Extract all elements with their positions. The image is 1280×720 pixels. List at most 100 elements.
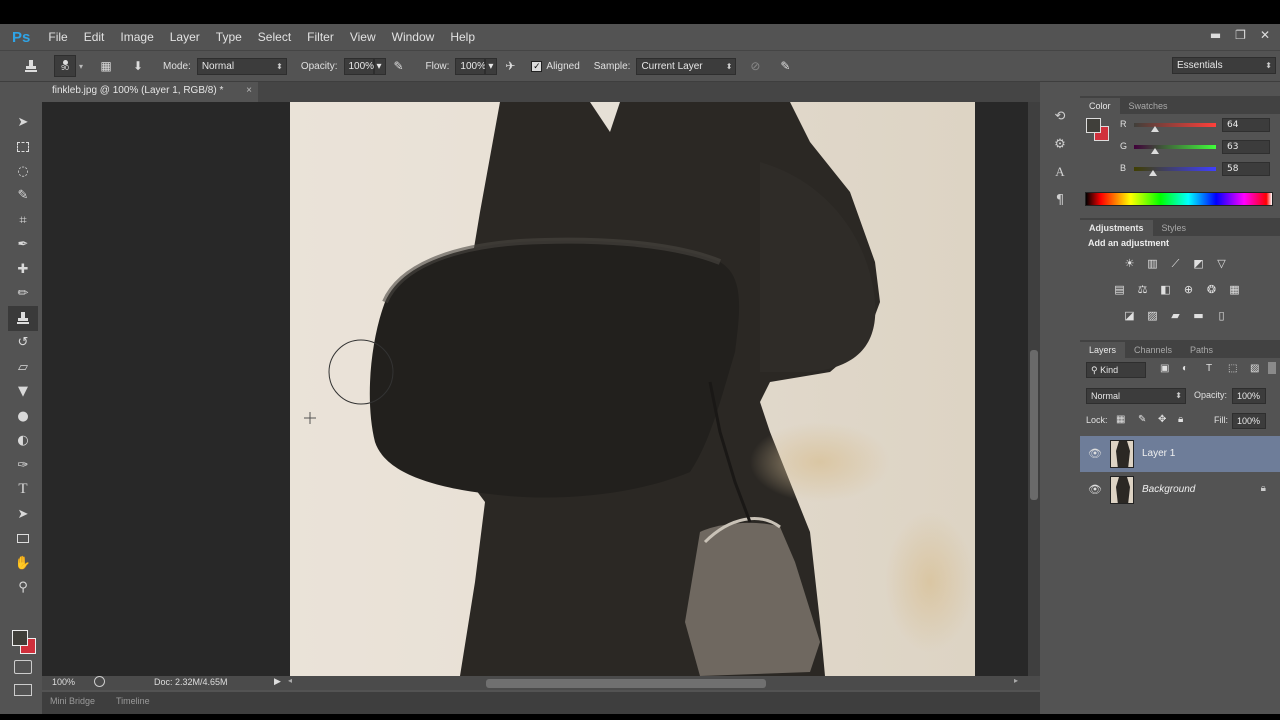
menu-filter[interactable]: Filter: [299, 30, 342, 44]
canvas-area[interactable]: [42, 102, 1028, 676]
aligned-checkbox[interactable]: ✓: [531, 60, 543, 72]
black-white-icon[interactable]: ◧: [1158, 282, 1173, 297]
green-value-input[interactable]: 63: [1222, 140, 1270, 154]
zoom-level[interactable]: 100%: [52, 677, 75, 687]
marquee-tool-icon[interactable]: [8, 135, 38, 160]
close-icon[interactable]: ×: [246, 85, 252, 96]
flow-dropdown[interactable]: ▾: [485, 57, 498, 75]
tab-timeline[interactable]: Timeline: [116, 696, 150, 706]
character-panel-icon[interactable]: A: [1046, 158, 1074, 186]
rectangle-tool-icon[interactable]: [8, 527, 38, 552]
visibility-eye-icon[interactable]: 👁︎: [1088, 483, 1102, 496]
curves-icon[interactable]: ⟋: [1168, 256, 1183, 271]
sample-select[interactable]: Current Layer: [636, 57, 737, 75]
color-spectrum-bar[interactable]: [1085, 192, 1273, 206]
history-panel-icon[interactable]: ⟲: [1046, 102, 1074, 130]
path-selection-tool-icon[interactable]: ➤: [8, 502, 38, 527]
color-swatches[interactable]: [10, 628, 38, 656]
scroll-left-icon[interactable]: ◂: [288, 676, 292, 685]
brightness-icon[interactable]: ☀: [1122, 256, 1137, 271]
red-slider-knob[interactable]: [1151, 126, 1159, 132]
red-value-input[interactable]: 64: [1222, 118, 1270, 132]
layer-row-layer-1[interactable]: 👁︎ Layer 1: [1080, 436, 1280, 472]
crop-tool-icon[interactable]: ⌗: [8, 208, 38, 233]
paint-bucket-tool-icon[interactable]: ▼: [8, 380, 38, 405]
tab-layers[interactable]: Layers: [1080, 342, 1126, 358]
lock-image-icon[interactable]: ✎: [1138, 414, 1146, 425]
mode-select[interactable]: Normal: [196, 57, 287, 75]
vertical-scrollbar[interactable]: [1028, 102, 1040, 676]
blue-slider-knob[interactable]: [1149, 170, 1157, 176]
red-slider-track[interactable]: [1134, 123, 1216, 127]
menu-edit[interactable]: Edit: [76, 30, 113, 44]
brush-preset-picker[interactable]: 90 ▾: [54, 55, 83, 77]
menu-select[interactable]: Select: [250, 30, 299, 44]
selective-color-icon[interactable]: ▯: [1214, 308, 1229, 323]
tab-paths[interactable]: Paths: [1181, 342, 1222, 358]
lock-all-icon[interactable]: 🔒︎: [1178, 414, 1183, 425]
document-tab[interactable]: finkleb.jpg @ 100% (Layer 1, RGB/8) * ×: [42, 82, 258, 102]
photo-canvas[interactable]: [290, 102, 975, 676]
move-tool-icon[interactable]: ➤: [8, 110, 38, 135]
channel-mixer-icon[interactable]: ❂: [1204, 282, 1219, 297]
exposure-icon[interactable]: ◩: [1191, 256, 1206, 271]
hand-tool-icon[interactable]: ✋: [8, 551, 38, 576]
screen-mode-icon[interactable]: [14, 684, 32, 696]
filter-type-icon[interactable]: T: [1206, 363, 1212, 374]
scroll-right-icon[interactable]: ▸: [1014, 676, 1018, 685]
green-slider[interactable]: G 63: [1120, 140, 1280, 154]
blur-tool-icon[interactable]: ●: [8, 404, 38, 429]
pressure-size-icon[interactable]: ✎: [776, 57, 794, 75]
clone-source-panel-icon[interactable]: ⬇: [129, 57, 147, 75]
vertical-scrollbar-thumb[interactable]: [1030, 350, 1038, 500]
vibrance-icon[interactable]: ▽: [1214, 256, 1229, 271]
layer-name[interactable]: Layer 1: [1142, 448, 1175, 459]
tab-channels[interactable]: Channels: [1125, 342, 1181, 358]
threshold-icon[interactable]: ▰: [1168, 308, 1183, 323]
lock-position-icon[interactable]: ✥: [1158, 414, 1166, 425]
menu-view[interactable]: View: [342, 30, 384, 44]
menu-type[interactable]: Type: [208, 30, 250, 44]
opacity-dropdown[interactable]: ▾: [373, 57, 386, 75]
workspace-select[interactable]: Essentials: [1172, 57, 1276, 74]
eyedropper-tool-icon[interactable]: ✒: [8, 233, 38, 258]
visibility-eye-icon[interactable]: 👁︎: [1088, 447, 1102, 460]
ignore-adjustment-layers-icon[interactable]: ⊘: [746, 57, 764, 75]
levels-icon[interactable]: ▥: [1145, 256, 1160, 271]
paragraph-panel-icon[interactable]: ¶: [1046, 186, 1074, 214]
properties-panel-icon[interactable]: ⚙: [1046, 130, 1074, 158]
tab-mini-bridge[interactable]: Mini Bridge: [50, 696, 95, 706]
restore-button[interactable]: ❐: [1235, 28, 1246, 42]
green-slider-knob[interactable]: [1151, 148, 1159, 154]
flow-input[interactable]: 100%: [455, 57, 486, 75]
layer-name[interactable]: Background: [1142, 484, 1195, 495]
invert-icon[interactable]: ◪: [1122, 308, 1137, 323]
lasso-tool-icon[interactable]: ◌: [8, 159, 38, 184]
pressure-opacity-icon[interactable]: ✎: [390, 57, 408, 75]
layer-opacity-input[interactable]: 100%: [1232, 388, 1266, 404]
opacity-input[interactable]: 100%: [343, 57, 374, 75]
blue-value-input[interactable]: 58: [1222, 162, 1270, 176]
dodge-tool-icon[interactable]: ◐: [8, 429, 38, 454]
close-button[interactable]: ✕: [1260, 28, 1270, 42]
blend-mode-select[interactable]: Normal: [1086, 388, 1186, 404]
layer-row-background[interactable]: 👁︎ Background 🔒︎: [1080, 472, 1280, 508]
zoom-tool-icon[interactable]: ⚲: [8, 576, 38, 601]
menu-image[interactable]: Image: [112, 30, 161, 44]
pen-tool-icon[interactable]: ✑: [8, 453, 38, 478]
gradient-map-icon[interactable]: ▬: [1191, 308, 1206, 323]
horizontal-scrollbar-thumb[interactable]: [486, 679, 766, 688]
layer-filter-kind-select[interactable]: ⚲ Kind: [1086, 362, 1146, 378]
healing-brush-tool-icon[interactable]: ✚: [8, 257, 38, 282]
airbrush-icon[interactable]: ✈: [501, 57, 519, 75]
foreground-color-swatch[interactable]: [1086, 118, 1101, 133]
tab-styles[interactable]: Styles: [1153, 220, 1196, 236]
quick-selection-tool-icon[interactable]: ✎: [8, 184, 38, 209]
eraser-tool-icon[interactable]: ▱: [8, 355, 38, 380]
filter-shape-icon[interactable]: ⬚: [1228, 363, 1237, 374]
minimize-button[interactable]: ▬: [1210, 28, 1221, 42]
menu-file[interactable]: File: [40, 30, 75, 44]
quick-mask-icon[interactable]: [14, 660, 32, 674]
green-slider-track[interactable]: [1134, 145, 1216, 149]
blue-slider-track[interactable]: [1134, 167, 1216, 171]
